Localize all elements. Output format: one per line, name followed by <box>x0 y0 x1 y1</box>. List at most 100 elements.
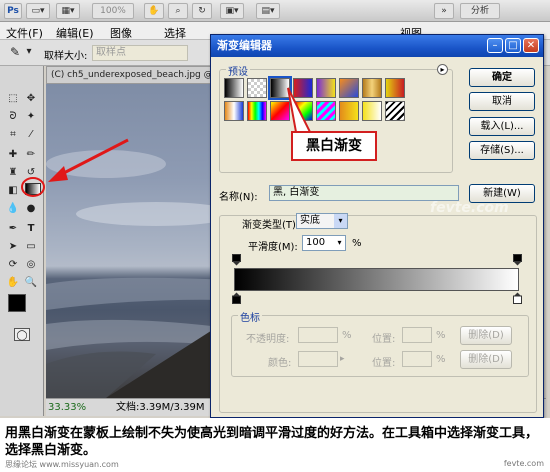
smoothness-percent: % <box>352 238 362 249</box>
zoom-level[interactable]: 100% <box>92 3 134 19</box>
opacity-location-input[interactable] <box>402 327 432 343</box>
workspace-analysis-menu[interactable]: 分析 <box>460 3 500 19</box>
3d-orbit-tool-icon[interactable]: ◎ <box>24 258 38 272</box>
beach-photo-canvas <box>46 84 228 398</box>
watermark-text: fevte.com <box>430 200 509 216</box>
preset-orange-white-blue[interactable] <box>224 101 244 121</box>
rotate-view-icon[interactable]: ↻ <box>192 3 212 19</box>
preset-spectrum[interactable] <box>247 101 267 121</box>
tools-panel: ⬚ ✥ ᘐ ✦ ⌗ ⁄ ✚ ✏ ♜ ↺ ◧ 💧 ● ✒ T ➤ ▭ ⟳ ◎ ✋ … <box>0 66 45 416</box>
chevron-down-icon[interactable]: ▾ <box>22 45 36 59</box>
hand-tool-icon[interactable]: ✋ <box>144 3 164 19</box>
application-bar: Ps ▭▾ ▦▾ 100% ✋ ⌕ ↻ ▣▾ ▤▾ » 分析 <box>0 0 550 22</box>
preset-fg-transparent[interactable] <box>247 78 267 98</box>
black-white-gradient-callout: 黑白渐变 <box>291 131 377 161</box>
opacity-stop-left[interactable] <box>232 254 241 266</box>
zoom-tool-icon[interactable]: ⌕ <box>168 3 188 19</box>
menu-edit[interactable]: 编辑(E) <box>56 25 94 41</box>
preset-fg-bg[interactable] <box>224 78 244 98</box>
gradient-type-value: 实底 <box>300 215 320 226</box>
type-tool-icon[interactable]: T <box>24 222 38 236</box>
chevron-down-icon[interactable]: ▾ <box>334 236 345 250</box>
move-tool-icon[interactable]: ✥ <box>24 92 38 106</box>
view-extras-icon[interactable]: ▦▾ <box>56 3 80 19</box>
callout-pointer <box>287 87 312 133</box>
opacity-input[interactable] <box>298 327 338 343</box>
menu-file[interactable]: 文件(F) <box>6 25 43 41</box>
color-location-input[interactable] <box>402 351 432 367</box>
magic-wand-tool-icon[interactable]: ✦ <box>24 110 38 124</box>
sample-size-select[interactable]: 取样点 <box>92 45 188 61</box>
close-icon[interactable]: ✕ <box>523 38 539 53</box>
photoshop-screenshot: Ps ▭▾ ▦▾ 100% ✋ ⌕ ↻ ▣▾ ▤▾ » 分析 文件(F) 编辑(… <box>0 0 550 418</box>
quick-mask-icon[interactable]: ◯ <box>14 328 30 341</box>
delete-opacity-stop-button[interactable]: 删除(D) <box>460 326 512 345</box>
clone-stamp-tool-icon[interactable]: ♜ <box>6 166 20 180</box>
ok-button[interactable]: 确定 <box>469 68 535 87</box>
launch-bridge-icon[interactable]: ▭▾ <box>26 3 50 19</box>
preset-orange-yellow[interactable] <box>339 101 359 121</box>
preset-transparent-stripes[interactable] <box>385 101 405 121</box>
color-stop-black[interactable] <box>232 292 241 304</box>
zoom-percent[interactable]: 33.33% <box>48 400 86 416</box>
path-selection-tool-icon[interactable]: ➤ <box>6 240 20 254</box>
stops-label: 色标 <box>238 309 262 324</box>
crop-tool-icon[interactable]: ⌗ <box>6 128 20 142</box>
delete-color-stop-button[interactable]: 删除(D) <box>460 350 512 369</box>
hand-tool-icon[interactable]: ✋ <box>6 276 20 290</box>
preset-yellow-white[interactable] <box>362 101 382 121</box>
eyedropper-preset-icon[interactable]: ✎ <box>8 45 22 59</box>
color-swatch-input[interactable] <box>298 351 338 367</box>
preset-yellow-red[interactable] <box>385 78 405 98</box>
smoothness-label: 平滑度(M): <box>248 242 298 253</box>
eyedropper-tool-icon[interactable]: ⁄ <box>24 128 38 142</box>
chevron-down-icon[interactable]: ▾ <box>334 214 347 228</box>
cancel-button[interactable]: 取消 <box>469 92 535 111</box>
load-button[interactable]: 载入(L)... <box>469 117 535 136</box>
document-tab[interactable]: (C) ch5_underexposed_beach.jpg @ 33 <box>46 66 226 84</box>
zoom-tool-icon[interactable]: 🔍 <box>24 276 38 290</box>
name-label: 名称(N): <box>219 192 258 203</box>
pen-tool-icon[interactable]: ✒ <box>6 222 20 236</box>
gradient-type-label: 渐变类型(T): <box>242 220 300 231</box>
healing-brush-tool-icon[interactable]: ✚ <box>6 148 20 162</box>
minimize-icon[interactable]: – <box>487 38 503 53</box>
save-button[interactable]: 存储(S)... <box>469 141 535 160</box>
preset-copper[interactable] <box>362 78 382 98</box>
arrange-documents-icon[interactable]: ▣▾ <box>220 3 244 19</box>
preset-stripes-color[interactable] <box>316 101 336 121</box>
opacity-stop-right[interactable] <box>513 254 522 266</box>
gradient-type-select[interactable]: 实底 ▾ <box>296 213 348 229</box>
chevron-right-icon[interactable]: ▸ <box>340 354 345 364</box>
smoothness-input[interactable]: 100 ▾ <box>302 235 346 251</box>
screen-mode-icon[interactable]: ▤▾ <box>256 3 280 19</box>
extras-icon[interactable]: » <box>434 3 454 19</box>
tutorial-caption: 用黑白渐变在蒙板上绘制不失为使高光到暗调平滑过度的好方法。在工具箱中选择渐变工具… <box>5 426 539 458</box>
preset-violet-orange[interactable] <box>316 78 336 98</box>
ps-logo-icon[interactable]: Ps <box>4 3 22 19</box>
marquee-tool-icon[interactable]: ⬚ <box>6 92 20 106</box>
site-credit: fevte.com <box>503 459 544 468</box>
color-location-percent: % <box>436 354 446 365</box>
gradient-name-input[interactable]: 黑, 白渐变 <box>269 185 459 201</box>
smoothness-value: 100 <box>306 237 326 248</box>
3d-rotate-tool-icon[interactable]: ⟳ <box>6 258 20 272</box>
stops-group: 色标 不透明度: % 位置: % 删除(D) 颜色: ▸ 位置: % 删除(D) <box>231 309 529 377</box>
menu-image[interactable]: 图像 <box>110 25 132 41</box>
dodge-tool-icon[interactable]: ● <box>24 202 38 216</box>
presets-menu-icon[interactable]: ▸ <box>437 64 448 75</box>
gradient-tool-highlight-circle <box>21 177 45 197</box>
blur-tool-icon[interactable]: 💧 <box>6 202 20 216</box>
foreground-color-swatch[interactable] <box>8 294 26 312</box>
forum-credit: 思缘论坛 www.missyuan.com <box>5 460 119 469</box>
maximize-icon[interactable]: □ <box>505 38 521 53</box>
shape-tool-icon[interactable]: ▭ <box>24 240 38 254</box>
brush-tool-icon[interactable]: ✏ <box>24 148 38 162</box>
preset-blue-yellow[interactable] <box>339 78 359 98</box>
eraser-tool-icon[interactable]: ◧ <box>6 184 20 198</box>
menu-select[interactable]: 选择 <box>164 25 186 41</box>
color-stop-white[interactable] <box>513 292 522 304</box>
opacity-percent: % <box>342 330 352 341</box>
gradient-preview-bar[interactable] <box>234 268 519 291</box>
lasso-tool-icon[interactable]: ᘐ <box>6 110 20 124</box>
